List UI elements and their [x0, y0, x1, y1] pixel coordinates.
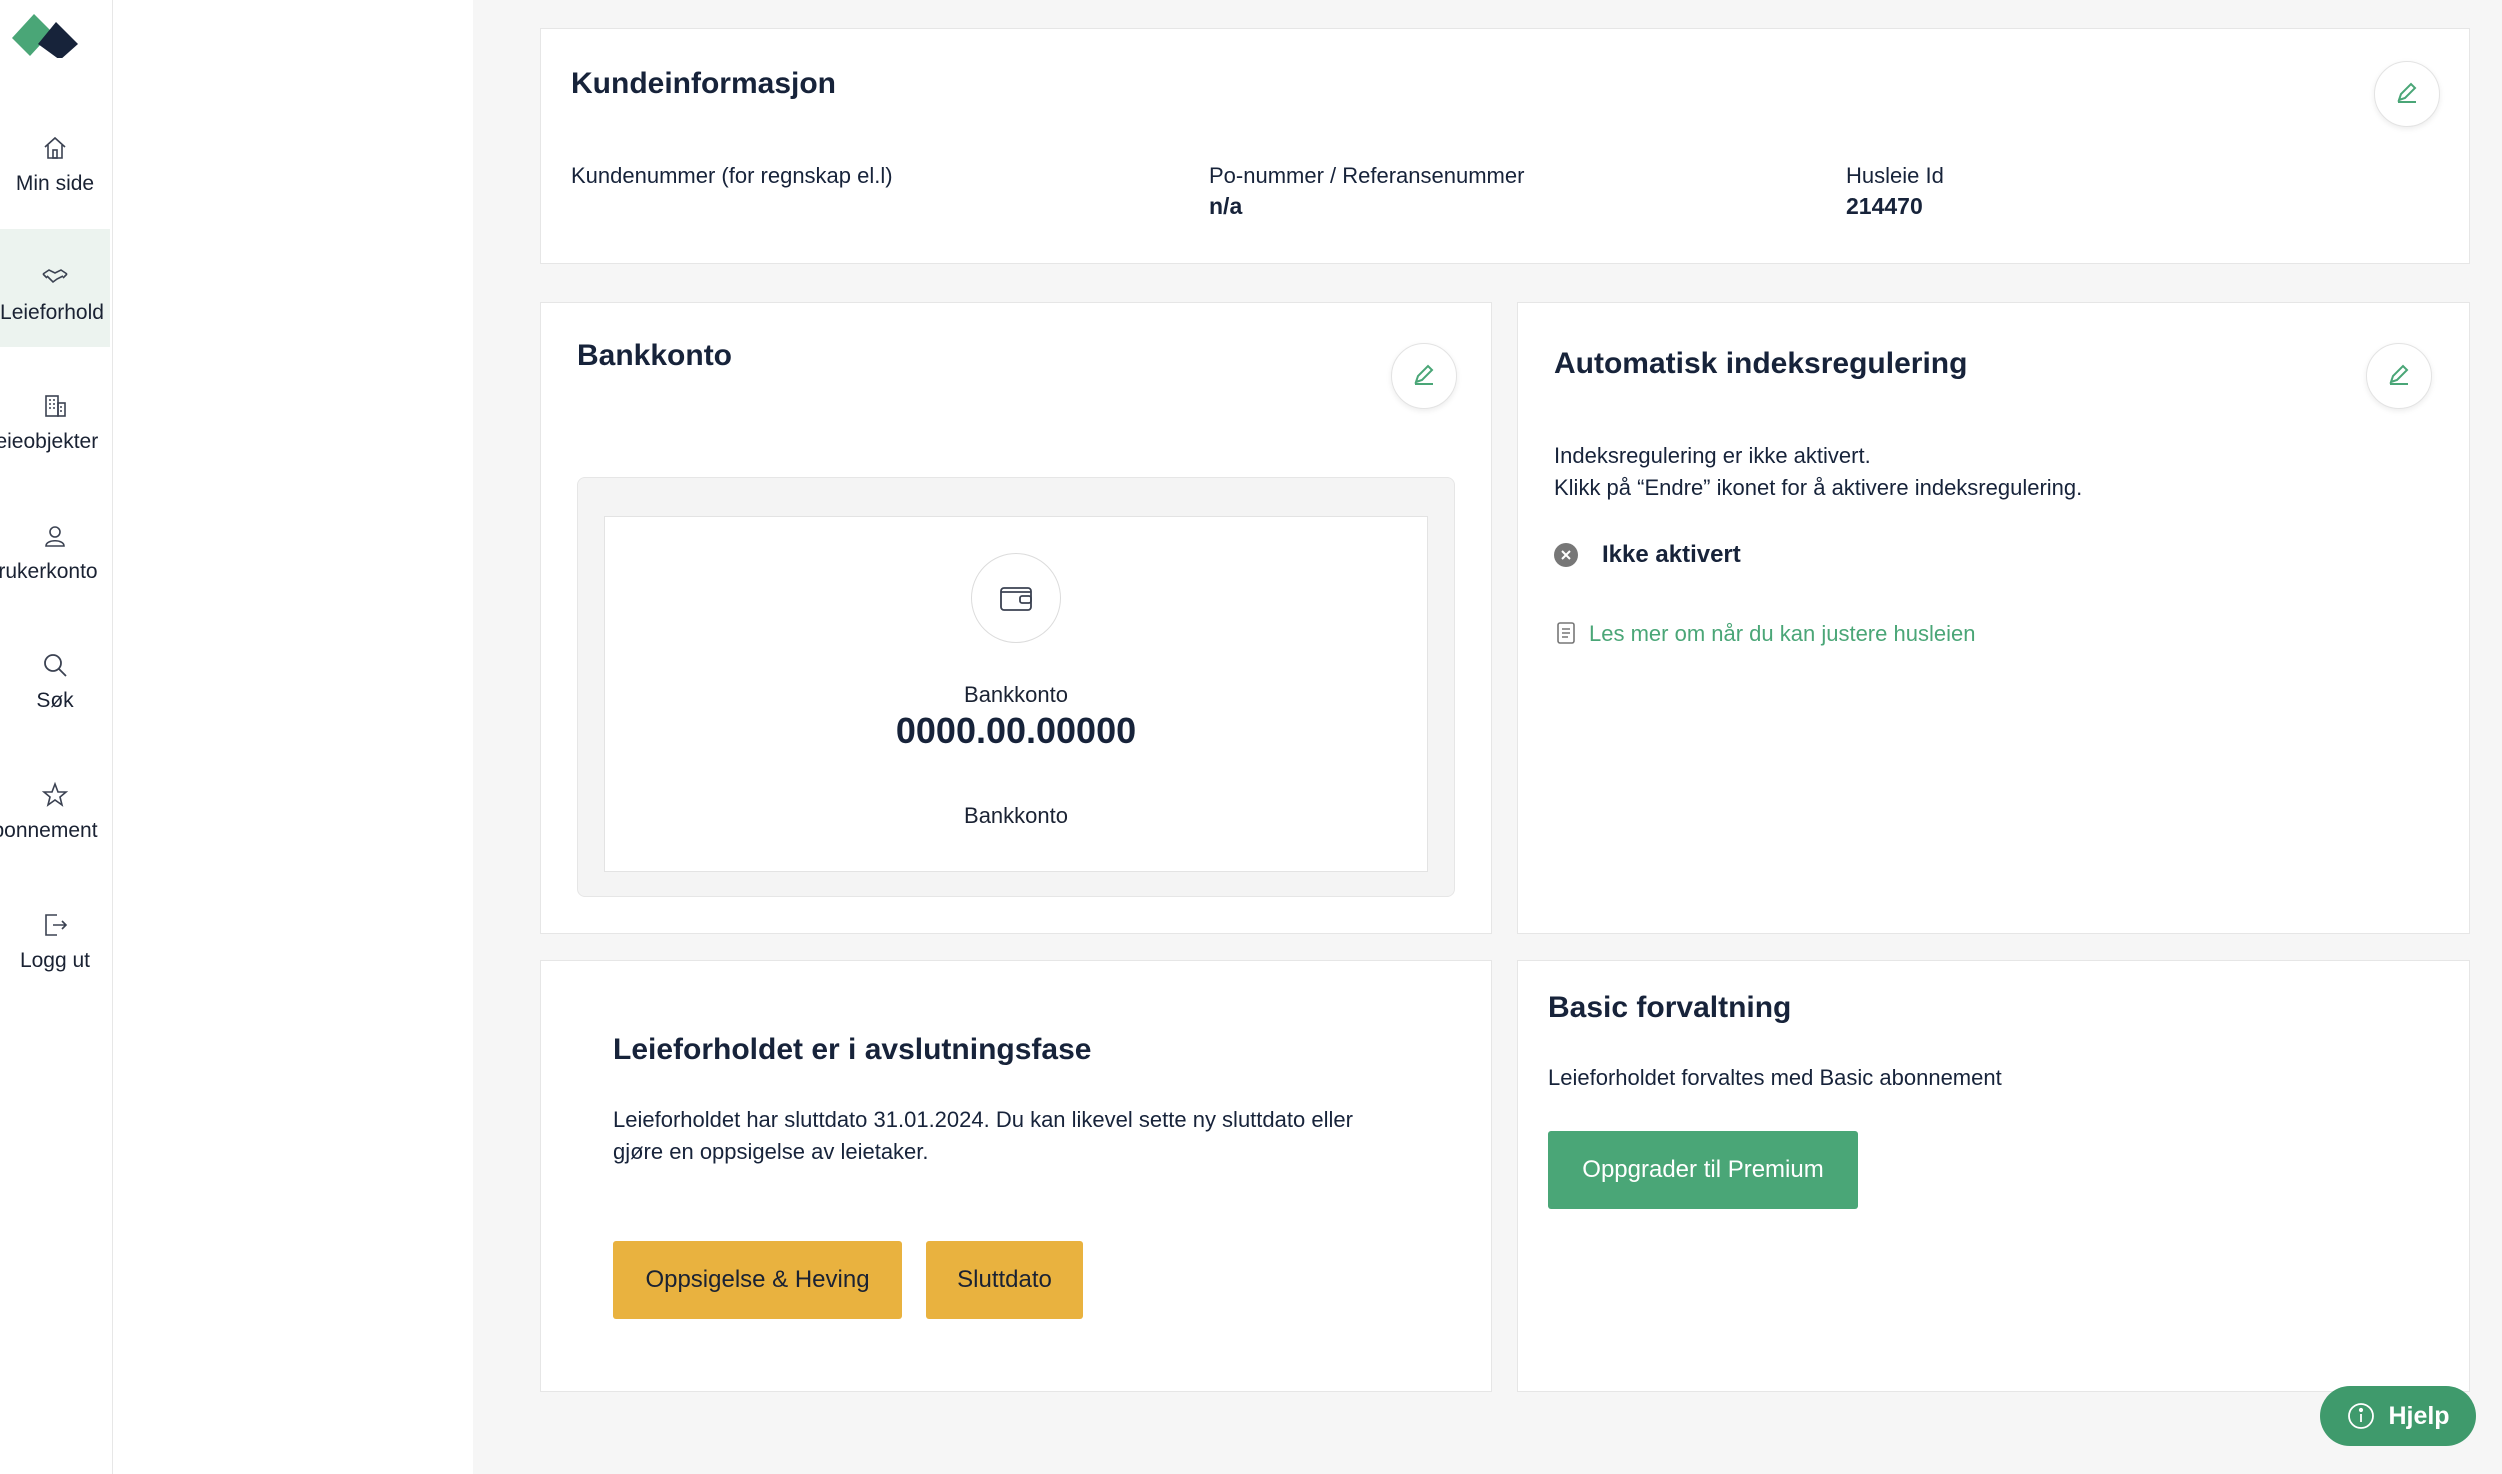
document-icon: [1556, 621, 1576, 650]
pencil-icon: [2395, 80, 2419, 109]
sidebar-item-brukerkonto[interactable]: Brukerkonto: [0, 488, 110, 606]
home-icon: [39, 132, 71, 164]
sidebar-item-leieforhold[interactable]: Leieforhold: [0, 229, 110, 347]
husleie-id-value: 214470: [1846, 193, 1923, 219]
management-text: Leieforholdet forvaltes med Basic abonne…: [1548, 1065, 2002, 1090]
bank-account-footer: Bankkonto: [964, 803, 1068, 828]
read-more-link[interactable]: Les mer om når du kan justere husleien: [1589, 621, 1975, 647]
sidebar-item-label: Brukerkonto: [0, 560, 98, 583]
sidebar-item-label: Min side: [15, 172, 95, 195]
card-title: Leieforholdet er i avslutningsfase: [613, 1033, 1092, 1066]
sidebar-item-logg-ut[interactable]: Logg ut: [0, 877, 110, 995]
po-number-label: Po-nummer / Referansenummer: [1209, 163, 1525, 188]
index-info-line1: Indeksregulering er ikke aktivert.: [1554, 443, 1871, 468]
pencil-icon: [1412, 362, 1436, 391]
card-title: Kundeinformasjon: [571, 67, 837, 100]
edit-customer-info-button[interactable]: [2374, 61, 2440, 127]
user-icon: [39, 520, 71, 552]
help-button[interactable]: Hjelp: [2320, 1386, 2476, 1446]
help-label: Hjelp: [2388, 1401, 2450, 1430]
upgrade-premium-button[interactable]: Oppgrader til Premium: [1548, 1131, 1858, 1209]
sidebar-item-label: Søk: [36, 689, 74, 712]
star-icon: [39, 779, 71, 811]
termination-text-line2: gjøre en oppsigelse av leietaker.: [613, 1139, 929, 1164]
sidebar: Min side Leieforhold Leieobjekter Bruker…: [0, 0, 113, 1474]
building-icon: [39, 390, 71, 422]
logo[interactable]: [12, 8, 80, 58]
po-number-value: n/a: [1209, 193, 1243, 219]
termination-text-line1: Leieforholdet har sluttdato 31.01.2024. …: [613, 1107, 1353, 1132]
sidebar-item-sok[interactable]: Søk: [0, 617, 110, 735]
management-card: Basic forvaltning Leieforholdet forvalte…: [1517, 960, 2470, 1392]
sidebar-item-label: Leieforhold: [0, 301, 104, 324]
card-title: Basic forvaltning: [1548, 991, 1792, 1024]
kundenummer-label: Kundenummer (for regnskap el.l): [571, 163, 893, 188]
info-icon: [2346, 1401, 2376, 1431]
secondary-panel: [113, 0, 473, 1474]
edit-index-regulation-button[interactable]: [2366, 343, 2432, 409]
end-date-button[interactable]: Sluttdato: [926, 1241, 1083, 1319]
bank-account-container: Bankkonto 0000.00.00000 Bankkonto: [577, 477, 1455, 897]
sidebar-item-leieobjekter[interactable]: Leieobjekter: [0, 358, 110, 476]
pencil-icon: [2387, 362, 2411, 391]
card-title: Bankkonto: [577, 339, 733, 372]
sidebar-item-label: Logg ut: [19, 949, 91, 972]
bank-account-card: Bankkonto Bankkonto 0000.00.00000 Bankko…: [540, 302, 1492, 934]
husleie-id-label: Husleie Id: [1846, 163, 1944, 188]
bank-account-number: 0000.00.00000: [895, 710, 1137, 751]
search-icon: [39, 649, 71, 681]
index-status: Ikke aktivert: [1602, 541, 1741, 568]
card-title: Automatisk indeksregulering: [1554, 347, 1968, 380]
sidebar-item-label: Leieobjekter: [0, 430, 99, 453]
sidebar-item-label: Abonnement: [0, 819, 98, 842]
sidebar-item-abonnement[interactable]: Abonnement: [0, 747, 110, 865]
index-info-line2: Klikk på “Endre” ikonet for å aktivere i…: [1554, 475, 2083, 500]
handshake-icon: [39, 261, 71, 293]
sidebar-item-min-side[interactable]: Min side: [0, 100, 110, 218]
termination-card: Leieforholdet er i avslutningsfase Leief…: [540, 960, 1492, 1392]
index-regulation-card: Automatisk indeksregulering Indeksregule…: [1517, 302, 2470, 934]
bank-account-box: Bankkonto 0000.00.00000 Bankkonto: [604, 516, 1428, 872]
termination-button[interactable]: Oppsigelse & Heving: [613, 1241, 902, 1319]
bank-account-label: Bankkonto: [964, 682, 1068, 707]
status-x-icon: [1554, 543, 1578, 567]
edit-bank-account-button[interactable]: [1391, 343, 1457, 409]
wallet-icon: [971, 553, 1061, 643]
customer-info-card: Kundeinformasjon Kundenummer (for regnsk…: [540, 28, 2470, 264]
logout-icon: [39, 909, 71, 941]
